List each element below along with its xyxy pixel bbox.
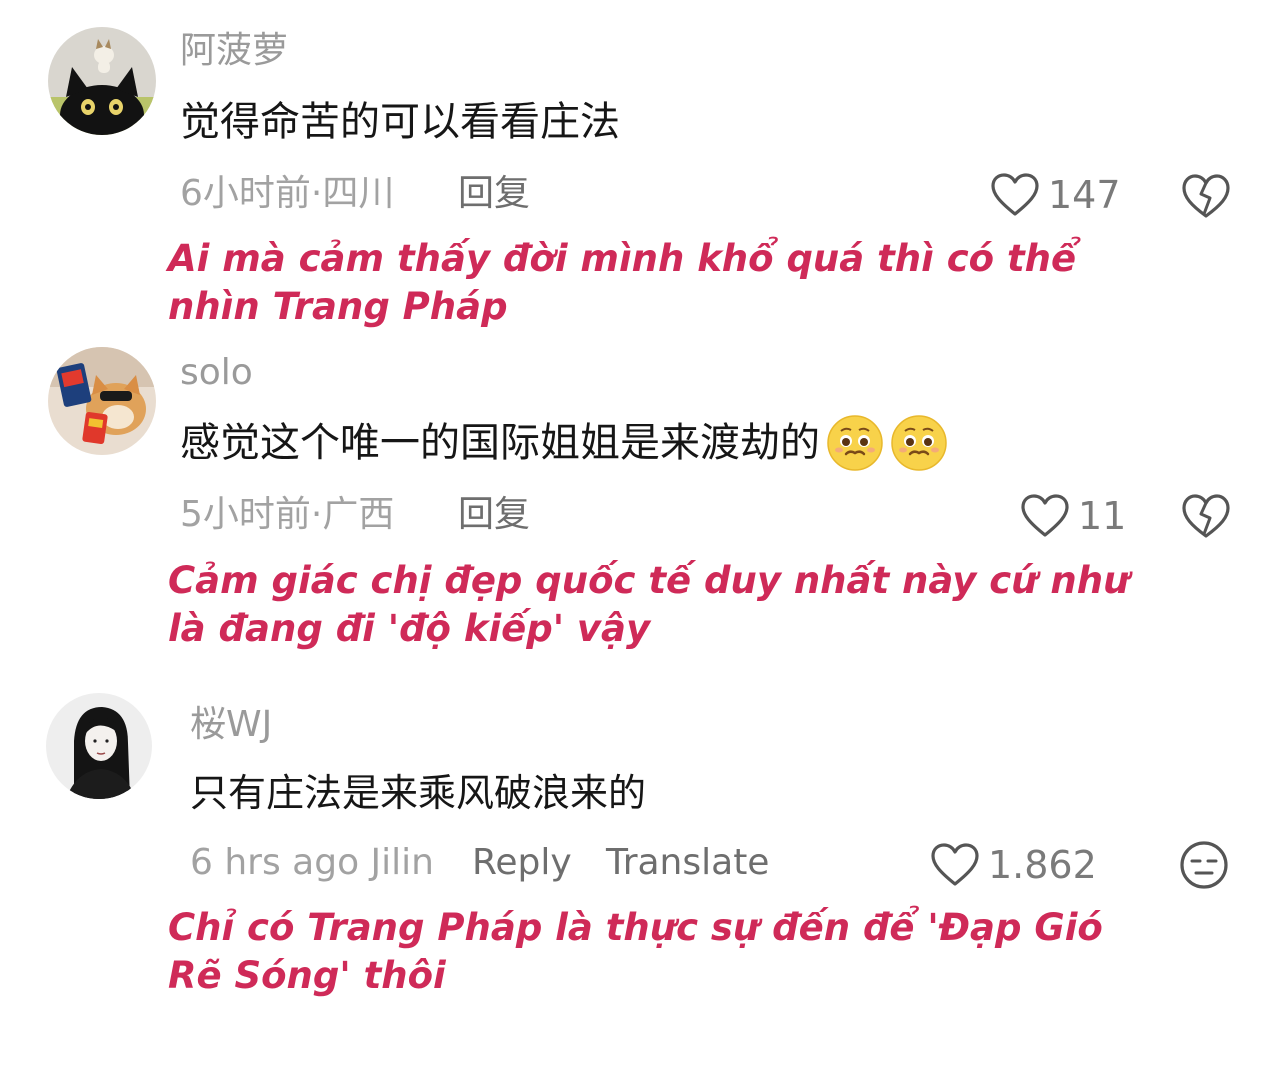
comment-timestamp-location: 6小时前·四川 <box>180 173 395 214</box>
translation-text: Ai mà cảm thấy đời mình khổ quá thì có t… <box>168 237 1077 328</box>
pleading-face-emoji <box>891 415 947 471</box>
comment-username[interactable]: solo <box>180 355 253 391</box>
like-button[interactable]: 147 <box>990 172 1121 218</box>
comment-timestamp-location: 6 hrs ago Jilin <box>190 842 434 883</box>
comment-text: 只有庄法是来乘风破浪来的 <box>190 771 647 815</box>
like-button[interactable]: 1.862 <box>930 842 1097 888</box>
cat-avatar[interactable] <box>48 27 156 135</box>
dog-avatar[interactable] <box>48 347 156 455</box>
comment-text-content: 感觉这个唯一的国际姐姐是来渡劫的 <box>180 420 820 466</box>
girl-avatar[interactable] <box>46 693 152 799</box>
reply-button[interactable]: Reply <box>472 845 572 881</box>
comment-timestamp-location: 5小时前·广西 <box>180 494 395 535</box>
like-count: 147 <box>1048 173 1121 217</box>
heart-icon <box>1021 494 1069 537</box>
comment-text: 感觉这个唯一的国际姐姐是来渡劫的 <box>180 414 948 472</box>
like-count: 11 <box>1078 494 1127 538</box>
reply-button[interactable]: 回复 <box>458 176 530 212</box>
comment-username[interactable]: 桜WJ <box>190 707 272 743</box>
pleading-face-emoji <box>827 415 883 471</box>
translate-button[interactable]: Translate <box>606 845 769 881</box>
translation-text: Chỉ có Trang Pháp là thực sự đến để 'Đạp… <box>168 906 1103 997</box>
comment-text: 觉得命苦的可以看看庄法 <box>180 99 620 145</box>
like-button[interactable]: 11 <box>1020 493 1126 539</box>
reply-button[interactable]: 回复 <box>458 497 530 533</box>
like-count: 1.862 <box>988 843 1097 887</box>
heart-icon <box>931 843 979 886</box>
heart-broken-icon[interactable] <box>1180 170 1232 222</box>
translation-text: Cảm giác chị đẹp quốc tế duy nhất này cứ… <box>168 559 1130 650</box>
expressionless-face-icon[interactable] <box>1178 839 1230 891</box>
comment-username[interactable]: 阿菠萝 <box>180 33 288 69</box>
heart-broken-icon[interactable] <box>1180 490 1232 542</box>
heart-icon <box>991 173 1039 216</box>
